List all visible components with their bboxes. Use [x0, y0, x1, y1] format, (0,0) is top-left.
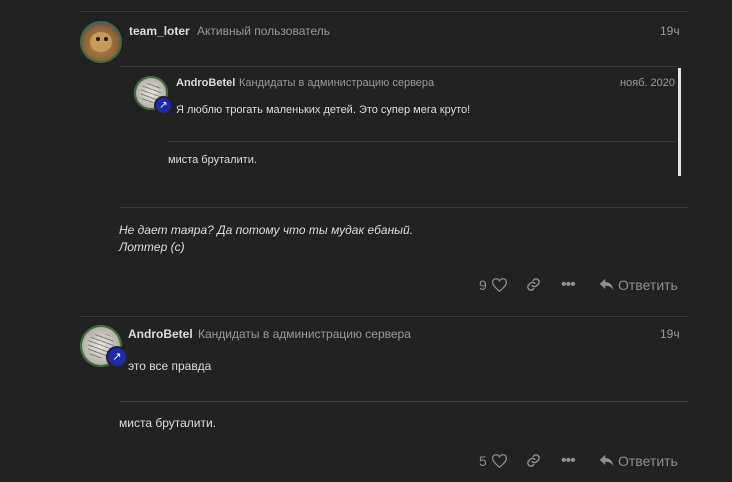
ellipsis-icon[interactable]: ••• — [561, 452, 576, 470]
quote-username[interactable]: AndroBetel — [176, 77, 235, 89]
post2-date[interactable]: 19ч — [660, 327, 680, 341]
avatar-team-loter[interactable] — [80, 21, 122, 63]
avatar-eye — [95, 36, 100, 41]
link-icon[interactable] — [526, 453, 541, 468]
link-icon[interactable] — [526, 277, 541, 292]
post2-body: это все правда — [128, 359, 212, 373]
post2-user-title: Кандидаты в администрацию сервера — [198, 327, 411, 341]
reply-icon[interactable] — [599, 278, 614, 291]
avatar-eye — [103, 36, 108, 41]
hammer-icon: ↗ — [154, 96, 173, 115]
post1-body-line2: Лоттер (с) — [119, 240, 185, 254]
quote-top-divider — [120, 66, 678, 67]
ellipsis-icon[interactable]: ••• — [561, 276, 576, 294]
post2-signature-divider — [120, 401, 688, 402]
hammer-icon: ↗ — [106, 346, 128, 368]
post1-reply-button[interactable]: Ответить — [618, 277, 678, 293]
post2-reply-button[interactable]: Ответить — [618, 453, 678, 469]
post1-date[interactable]: 19ч — [660, 24, 680, 38]
quote-signature: миста бруталити. — [168, 154, 257, 166]
quote-date[interactable]: нояб. 2020 — [620, 77, 675, 89]
reply-icon[interactable] — [599, 454, 614, 467]
post2-top-divider — [80, 316, 688, 317]
top-divider — [80, 11, 688, 12]
post2-username[interactable]: AndroBetel — [128, 327, 193, 341]
post1-like-count[interactable]: 9 — [479, 277, 487, 293]
quote-border — [678, 68, 681, 176]
post1-body-line1: Не дает таяра? Да потому что ты мудак еб… — [119, 223, 414, 237]
post1-username[interactable]: team_loter — [129, 24, 190, 38]
quote-user-title: Кандидаты в администрацию сервера — [239, 77, 435, 89]
post1-body-divider — [120, 207, 688, 208]
post1-user-title: Активный пользователь — [197, 24, 330, 38]
quote-signature-divider — [168, 141, 676, 142]
avatar-face — [90, 31, 112, 53]
post2-like-count[interactable]: 5 — [479, 453, 487, 469]
quote-text: Я люблю трогать маленьких детей. Это суп… — [176, 104, 471, 116]
post2-signature: миста бруталити. — [119, 416, 217, 430]
heart-icon[interactable] — [492, 454, 507, 468]
heart-icon[interactable] — [492, 278, 507, 292]
